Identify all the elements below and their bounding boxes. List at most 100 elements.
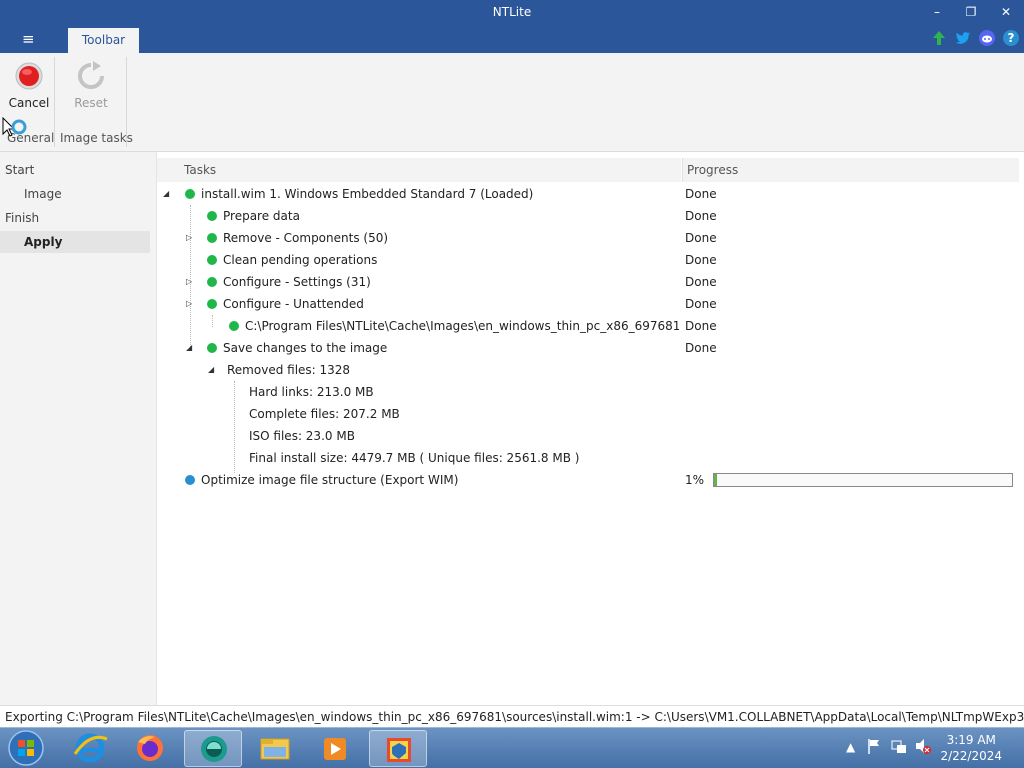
- status-done-icon: [207, 211, 217, 221]
- task-progress: Done: [685, 341, 717, 355]
- status-done-icon: [207, 277, 217, 287]
- status-done-icon: [207, 233, 217, 243]
- installer-icon[interactable]: [369, 730, 427, 767]
- show-hidden-icons-button[interactable]: ▲: [846, 740, 855, 754]
- task-detail-row: ISO files: 23.0 MB: [157, 425, 1019, 447]
- sidebar-item-apply[interactable]: Apply: [0, 231, 150, 253]
- file-explorer-icon[interactable]: [246, 730, 304, 767]
- task-detail-row: Complete files: 207.2 MB: [157, 403, 1019, 425]
- title-bar: NTLite – ❐ ✕: [0, 0, 1024, 24]
- minimize-button[interactable]: –: [924, 3, 950, 21]
- help-icon[interactable]: ?: [1003, 30, 1019, 46]
- task-label: Removed files: 1328: [227, 363, 351, 377]
- task-row[interactable]: ▷ Remove - Components (50) Done: [157, 227, 1019, 249]
- cancel-label: Cancel: [8, 96, 50, 110]
- action-center-flag-icon[interactable]: [866, 737, 882, 758]
- task-label: Save changes to the image: [223, 341, 388, 355]
- task-row[interactable]: Optimize image file structure (Export WI…: [157, 469, 1019, 491]
- restore-button[interactable]: ❐: [958, 3, 984, 21]
- status-done-icon: [185, 189, 195, 199]
- task-row[interactable]: Prepare data Done: [157, 205, 1019, 227]
- task-row[interactable]: ◢ Removed files: 1328: [157, 359, 1019, 381]
- network-icon[interactable]: [890, 737, 908, 758]
- status-bar: Exporting C:\Program Files\NTLite\Cache\…: [0, 705, 1024, 727]
- task-label: install.wim 1. Windows Embedded Standard…: [201, 187, 534, 201]
- menu-icon[interactable]: ≡: [22, 30, 35, 48]
- status-done-icon: [207, 343, 217, 353]
- expand-arrow-icon[interactable]: ▷: [186, 271, 192, 293]
- task-label: Configure - Unattended: [223, 297, 364, 311]
- update-arrow-icon[interactable]: [931, 30, 947, 46]
- task-progress: Done: [685, 209, 717, 223]
- taskbar: ▲ 3:19 AM 2/22/2024: [0, 727, 1024, 768]
- task-label: Hard links: 213.0 MB: [249, 385, 374, 399]
- task-progress: Done: [685, 319, 717, 333]
- busy-cursor-icon: [2, 117, 27, 137]
- close-button[interactable]: ✕: [993, 3, 1019, 21]
- status-done-icon: [207, 299, 217, 309]
- collapse-arrow-icon[interactable]: ◢: [163, 183, 169, 205]
- task-label: ISO files: 23.0 MB: [249, 429, 355, 443]
- task-label: Prepare data: [223, 209, 300, 223]
- volume-muted-icon[interactable]: [914, 737, 932, 758]
- sidebar-section-finish: Finish: [5, 211, 40, 225]
- task-label: Clean pending operations: [223, 253, 378, 267]
- cancel-button[interactable]: Cancel: [6, 59, 52, 110]
- status-done-icon: [229, 321, 239, 331]
- task-row[interactable]: ▷ Configure - Unattended Done: [157, 293, 1019, 315]
- group-divider: [126, 57, 127, 147]
- progress-fill: [714, 474, 717, 486]
- task-progress: 1%: [685, 473, 705, 487]
- sidebar: Start Image Finish Apply: [0, 152, 156, 705]
- export-progress-bar: [713, 473, 1013, 487]
- window-title: NTLite: [492, 5, 532, 19]
- clock-time: 3:19 AM: [946, 733, 996, 747]
- ribbon-tabs: ≡ Toolbar ?: [0, 24, 1024, 53]
- task-row[interactable]: ▷ Configure - Settings (31) Done: [157, 271, 1019, 293]
- sidebar-section-start: Start: [5, 163, 35, 177]
- task-progress: Done: [685, 253, 717, 267]
- internet-explorer-icon[interactable]: [61, 730, 119, 767]
- task-row[interactable]: C:\Program Files\NTLite\Cache\Images\en_…: [157, 315, 1019, 337]
- task-progress: Done: [685, 231, 717, 245]
- collapse-arrow-icon[interactable]: ◢: [186, 337, 192, 359]
- tasks-panel: Tasks Progress ◢ install.wim 1. Windows …: [156, 152, 1024, 705]
- task-detail-row: Hard links: 213.0 MB: [157, 381, 1019, 403]
- stop-icon: [15, 62, 43, 90]
- discord-icon[interactable]: [979, 30, 995, 46]
- task-label: Configure - Settings (31): [223, 275, 371, 289]
- column-header-progress[interactable]: Progress: [682, 158, 1019, 182]
- column-header-tasks[interactable]: Tasks: [157, 158, 681, 182]
- status-running-icon: [185, 475, 195, 485]
- ribbon-panel: Cancel Reset General Image tasks: [0, 53, 1024, 152]
- twitter-icon[interactable]: [955, 30, 971, 46]
- task-row[interactable]: Clean pending operations Done: [157, 249, 1019, 271]
- task-label: C:\Program Files\NTLite\Cache\Images\en_…: [245, 319, 679, 333]
- task-progress: Done: [685, 297, 717, 311]
- ntlite-taskbar-icon[interactable]: [184, 730, 242, 767]
- task-label: Complete files: 207.2 MB: [249, 407, 400, 421]
- media-player-icon[interactable]: [306, 730, 364, 767]
- start-button[interactable]: [6, 729, 46, 767]
- task-label: Final install size: 4479.7 MB ( Unique f…: [249, 451, 580, 465]
- task-progress: Done: [685, 187, 717, 201]
- task-progress: Done: [685, 275, 717, 289]
- refresh-icon: [78, 61, 104, 89]
- system-clock[interactable]: 3:19 AM 2/22/2024: [940, 732, 1002, 764]
- reset-label: Reset: [74, 96, 108, 110]
- collapse-arrow-icon[interactable]: ◢: [208, 359, 214, 381]
- task-row[interactable]: ◢ install.wim 1. Windows Embedded Standa…: [157, 183, 1019, 205]
- status-done-icon: [207, 255, 217, 265]
- expand-arrow-icon[interactable]: ▷: [186, 227, 192, 249]
- task-detail-row: Final install size: 4479.7 MB ( Unique f…: [157, 447, 1019, 469]
- tab-toolbar[interactable]: Toolbar: [68, 28, 139, 53]
- reset-button[interactable]: Reset: [66, 59, 116, 110]
- task-label: Remove - Components (50): [223, 231, 389, 245]
- task-row[interactable]: ◢ Save changes to the image Done: [157, 337, 1019, 359]
- expand-arrow-icon[interactable]: ▷: [186, 293, 192, 315]
- group-label-image-tasks: Image tasks: [60, 131, 133, 145]
- sidebar-item-image[interactable]: Image: [0, 183, 150, 205]
- clock-date: 2/22/2024: [940, 749, 1002, 763]
- firefox-icon[interactable]: [121, 730, 179, 767]
- task-label: Optimize image file structure (Export WI…: [201, 473, 459, 487]
